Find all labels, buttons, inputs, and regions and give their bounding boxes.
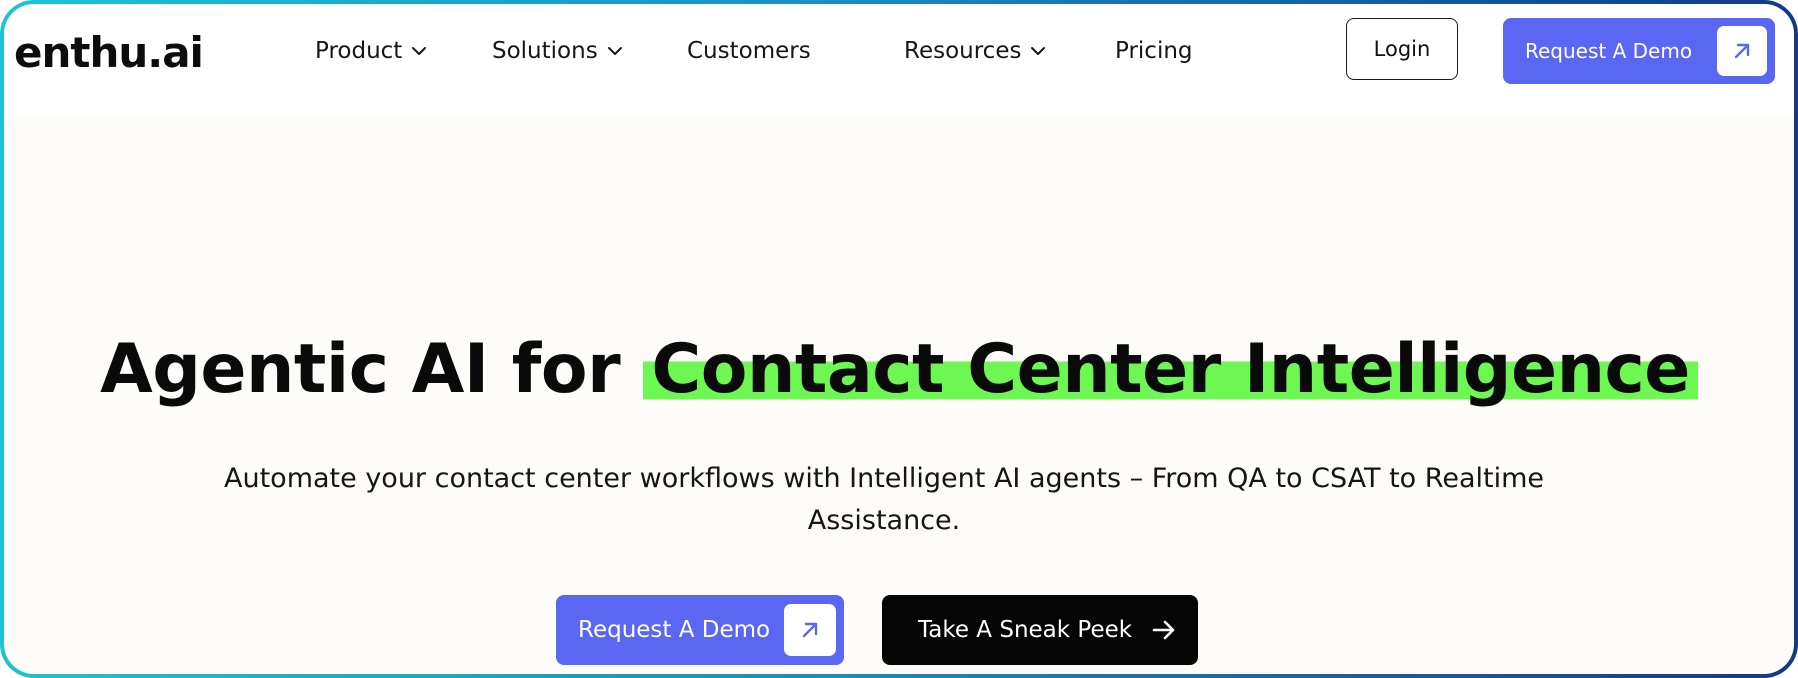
nav-item-product[interactable]: Product xyxy=(315,36,428,66)
enthu-logo[interactable]: enthu.ai xyxy=(14,28,204,77)
chevron-down-icon xyxy=(1029,42,1047,60)
nav-item-customers[interactable]: Customers xyxy=(687,36,811,66)
nav-item-label: Customers xyxy=(687,38,811,64)
site-header: enthu.ai Product Solutions Customers Res… xyxy=(4,4,1794,116)
sneak-peek-button[interactable]: Take A Sneak Peek xyxy=(882,595,1198,665)
headline-prefix: Agentic AI for xyxy=(100,330,644,409)
page-viewport: enthu.ai Product Solutions Customers Res… xyxy=(4,4,1794,674)
page-frame: enthu.ai Product Solutions Customers Res… xyxy=(0,0,1798,678)
nav-item-label: Solutions xyxy=(492,38,598,64)
chevron-down-icon xyxy=(606,42,624,60)
sneak-peek-label: Take A Sneak Peek xyxy=(918,617,1133,643)
arrow-right-icon xyxy=(1150,616,1178,644)
hero-headline: Agentic AI for Contact Center Intelligen… xyxy=(4,330,1794,409)
nav-item-label: Resources xyxy=(904,38,1022,64)
nav-item-solutions[interactable]: Solutions xyxy=(492,36,624,66)
hero-request-demo-button[interactable]: Request A Demo xyxy=(556,595,844,665)
login-button[interactable]: Login xyxy=(1346,18,1458,80)
hero-request-demo-label: Request A Demo xyxy=(578,617,771,643)
arrow-up-right-icon xyxy=(1717,26,1767,76)
nav-item-pricing[interactable]: Pricing xyxy=(1115,36,1193,66)
arrow-up-right-icon xyxy=(784,604,836,656)
request-demo-label: Request A Demo xyxy=(1525,39,1693,63)
chevron-down-icon xyxy=(410,42,428,60)
nav-item-label: Product xyxy=(315,38,403,64)
nav-item-label: Pricing xyxy=(1115,38,1193,64)
hero-subtitle: Automate your contact center workflows w… xyxy=(224,463,1544,536)
request-demo-button[interactable]: Request A Demo xyxy=(1503,18,1775,84)
nav-item-resources[interactable]: Resources xyxy=(904,36,1047,66)
headline-highlight: Contact Center Intelligence xyxy=(643,330,1698,409)
